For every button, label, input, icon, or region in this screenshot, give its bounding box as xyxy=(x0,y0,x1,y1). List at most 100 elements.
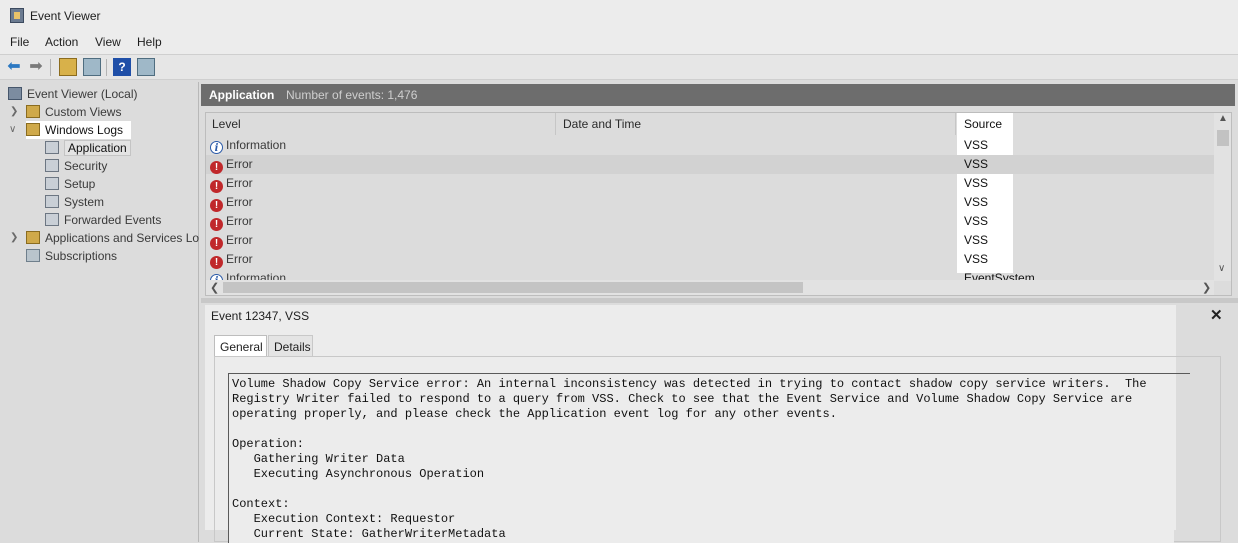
tree-item-label: Event Viewer (Local) xyxy=(27,87,138,101)
error-icon: ! xyxy=(210,218,223,231)
chevron-down-icon[interactable]: ∨ xyxy=(1218,263,1225,274)
event-level: Error xyxy=(226,252,253,266)
tree-item-security[interactable]: Security xyxy=(45,157,107,175)
event-level: Error xyxy=(226,233,253,247)
event-source: VSS xyxy=(964,214,989,228)
properties-icon[interactable] xyxy=(83,58,101,76)
log-icon xyxy=(45,213,59,226)
description-box-border xyxy=(1165,373,1190,374)
title-bar: Event Viewer xyxy=(0,0,1238,33)
close-icon[interactable]: ✕ xyxy=(1210,306,1223,324)
event-count: Number of events: 1,476 xyxy=(286,88,418,102)
tree-item-label: Applications and Services Lo xyxy=(45,231,200,245)
tree-item-label: Application xyxy=(64,140,131,156)
tree-item-forwarded-events[interactable]: Forwarded Events xyxy=(45,211,161,229)
menu-help[interactable]: Help xyxy=(137,35,162,49)
tree-item-label: System xyxy=(64,195,105,209)
help-icon[interactable]: ? xyxy=(113,58,131,76)
pane-splitter[interactable] xyxy=(201,298,1238,303)
event-row[interactable]: ! Error VSS xyxy=(206,174,1214,193)
tab-details[interactable]: Details xyxy=(268,335,313,357)
chevron-right-icon[interactable]: ❯ xyxy=(1202,281,1211,294)
column-header-date-time[interactable]: Date and Time xyxy=(556,113,956,135)
tree-item-custom-views[interactable]: Custom Views xyxy=(26,103,121,121)
menu-file[interactable]: File xyxy=(10,35,29,49)
tree-item-application[interactable]: Application xyxy=(45,139,131,157)
log-icon xyxy=(45,159,59,172)
event-viewer-app-icon xyxy=(10,8,24,23)
log-name: Application xyxy=(209,88,275,102)
event-level: Error xyxy=(226,157,253,171)
menu-action[interactable]: Action xyxy=(45,35,78,49)
toolbar-separator xyxy=(106,59,107,76)
detail-title-bar xyxy=(205,305,1176,327)
horizontal-scroll-thumb[interactable] xyxy=(223,282,803,293)
chevron-down-icon[interactable]: ∨ xyxy=(9,124,16,135)
tree-item-label: Windows Logs xyxy=(45,123,124,137)
event-viewer-icon xyxy=(8,87,22,100)
show-hide-pane-icon[interactable] xyxy=(137,58,155,76)
chevron-right-icon[interactable]: ❯ xyxy=(10,232,18,243)
toolbar-separator xyxy=(50,59,51,76)
menu-view[interactable]: View xyxy=(95,35,121,49)
open-folder-icon[interactable] xyxy=(59,58,77,76)
error-icon: ! xyxy=(210,199,223,212)
event-description: Volume Shadow Copy Service error: An int… xyxy=(232,377,1147,541)
event-level: Information xyxy=(226,138,287,152)
vertical-scroll-thumb[interactable] xyxy=(1217,130,1229,146)
event-detail-pane: Event 12347, VSS ✕ General Details Volum… xyxy=(205,305,1238,543)
log-icon xyxy=(45,177,59,190)
error-icon: ! xyxy=(210,161,223,174)
chevron-left-icon[interactable]: ❮ xyxy=(210,281,219,294)
toolbar: ⬅ ➡ ? xyxy=(0,54,1238,80)
event-source: VSS xyxy=(964,138,989,152)
event-level: Error xyxy=(226,214,253,228)
log-pane-header: Application Number of events: 1,476 xyxy=(201,84,1235,106)
event-row[interactable]: ! Error VSS xyxy=(206,231,1214,250)
chevron-right-icon[interactable]: ❯ xyxy=(10,106,18,117)
window-title: Event Viewer xyxy=(30,9,101,23)
error-icon: ! xyxy=(210,180,223,193)
folder-icon xyxy=(26,123,40,136)
error-icon: ! xyxy=(210,237,223,250)
forward-arrow-icon[interactable]: ➡ xyxy=(27,58,45,76)
event-source: VSS xyxy=(964,176,989,190)
tree-item-event-viewer-local[interactable]: Event Viewer (Local) xyxy=(8,85,138,103)
tree-item-label: Subscriptions xyxy=(45,249,118,263)
event-source: VSS xyxy=(964,195,989,209)
folder-icon xyxy=(26,105,40,118)
tree-item-applications-and-services[interactable]: Applications and Services Lo xyxy=(26,229,199,247)
subscriptions-icon xyxy=(26,249,40,262)
event-source: VSS xyxy=(964,233,989,247)
event-source: VSS xyxy=(964,252,989,266)
log-icon xyxy=(45,195,59,208)
event-row[interactable]: ! Error VSS xyxy=(206,212,1214,231)
tree-item-label: Custom Views xyxy=(45,105,122,119)
tree-item-system[interactable]: System xyxy=(45,193,104,211)
event-row-selected[interactable]: ! Error VSS xyxy=(206,155,1214,174)
event-description-box[interactable]: Volume Shadow Copy Service error: An int… xyxy=(228,373,1174,543)
event-list[interactable]: Level Date and Time Source i Information … xyxy=(205,112,1232,296)
column-header-level[interactable]: Level xyxy=(206,113,556,135)
event-row[interactable]: ! Error VSS xyxy=(206,193,1214,212)
event-level: Error xyxy=(226,176,253,190)
tree-item-subscriptions[interactable]: Subscriptions xyxy=(26,247,117,265)
tree-item-label: Security xyxy=(64,159,108,173)
column-header-source[interactable]: Source xyxy=(957,113,1013,135)
event-source: VSS xyxy=(964,157,989,171)
navigation-tree: Event Viewer (Local) ❯ Custom Views ∨ Wi… xyxy=(0,82,199,542)
event-row[interactable]: i Information VSS xyxy=(206,136,1214,155)
tree-item-windows-logs[interactable]: Windows Logs xyxy=(26,121,132,139)
scroll-up-icon[interactable]: ▲ xyxy=(1218,113,1228,124)
event-row[interactable]: ! Error VSS xyxy=(206,250,1214,269)
detail-title: Event 12347, VSS xyxy=(211,309,310,323)
log-icon xyxy=(45,141,59,154)
back-arrow-icon[interactable]: ⬅ xyxy=(5,58,23,76)
information-icon: i xyxy=(210,141,223,154)
event-level: Error xyxy=(226,195,253,209)
error-icon: ! xyxy=(210,256,223,269)
menu-bar: File Action View Help xyxy=(0,32,1238,54)
tab-general[interactable]: General xyxy=(214,335,267,357)
tree-item-setup[interactable]: Setup xyxy=(45,175,95,193)
tree-item-label: Setup xyxy=(64,177,96,191)
